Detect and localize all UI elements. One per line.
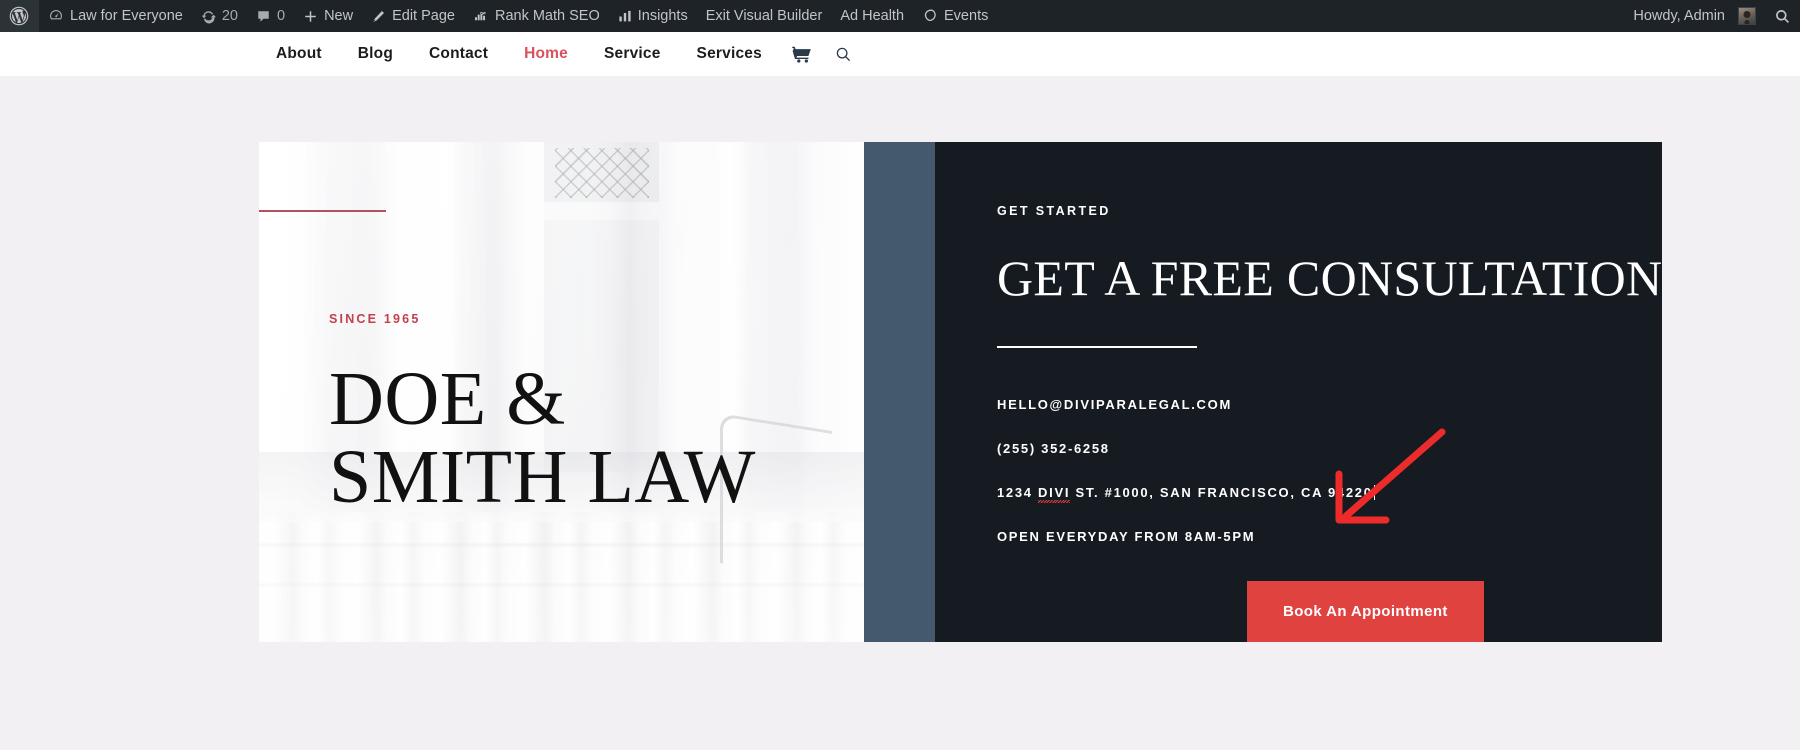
hero-top-red-rule	[259, 210, 386, 212]
avatar	[1738, 7, 1756, 25]
nav-link-services[interactable]: Services	[679, 32, 780, 76]
wp-admin-bar: Law for Everyone 20 0 New Edit Page Rank…	[0, 0, 1800, 32]
admin-bar-rank-math-label: Rank Math SEO	[494, 8, 600, 24]
consultation-panel: GET STARTED GET A FREE CONSULTATION HELL…	[935, 142, 1663, 642]
panel-eyebrow: GET STARTED	[997, 204, 1111, 218]
admin-bar-new[interactable]: New	[294, 0, 362, 32]
nav-link-blog[interactable]: Blog	[340, 32, 411, 76]
admin-bar-events-label: Events	[944, 8, 989, 24]
admin-bar-search-button[interactable]	[1765, 0, 1800, 32]
hero-right-column: GET STARTED GET A FREE CONSULTATION HELL…	[864, 142, 1663, 642]
admin-bar-site-name[interactable]: Law for Everyone	[39, 0, 192, 32]
contact-address[interactable]: 1234 DIVI ST. #1000, SAN FRANCISCO, CA 9…	[997, 485, 1376, 503]
panel-divider	[997, 346, 1197, 348]
panel-title: GET A FREE CONSULTATION	[997, 250, 1663, 306]
nav-link-home[interactable]: Home	[506, 32, 586, 76]
rank-math-icon	[473, 9, 489, 24]
updates-icon	[201, 9, 216, 24]
admin-bar-ad-health[interactable]: Ad Health	[831, 0, 913, 32]
hero-image-column: SINCE 1965 DOE & SMITH LAW	[259, 142, 864, 642]
contact-hours[interactable]: OPEN EVERYDAY FROM 8AM-5PM	[997, 529, 1255, 544]
admin-bar-ad-health-label: Ad Health	[840, 8, 905, 24]
hero-row: SINCE 1965 DOE & SMITH LAW GET STARTED G…	[259, 142, 1663, 642]
admin-bar-edit-page[interactable]: Edit Page	[362, 0, 464, 32]
admin-bar-insights-label: Insights	[637, 8, 688, 24]
book-appointment-button[interactable]: Book An Appointment	[1247, 581, 1484, 642]
admin-bar-comments[interactable]: 0	[247, 0, 294, 32]
search-icon	[1774, 8, 1791, 25]
bar-chart-icon	[618, 9, 632, 24]
admin-bar-insights[interactable]: Insights	[609, 0, 697, 32]
wordpress-logo-icon	[9, 6, 29, 26]
admin-bar-comments-count: 0	[276, 8, 286, 24]
site-navigation: About Blog Contact Home Service Services	[0, 32, 1800, 76]
hero-eyebrow: SINCE 1965	[329, 312, 421, 326]
page-title: DOE & SMITH LAW	[329, 357, 756, 520]
admin-bar-updates-count: 20	[221, 8, 238, 24]
comment-bubble-icon	[256, 9, 271, 24]
contact-phone[interactable]: (255) 352-6258	[997, 441, 1110, 456]
shopping-cart-icon[interactable]	[780, 46, 823, 63]
hero-section: SINCE 1965 DOE & SMITH LAW GET STARTED G…	[0, 76, 1800, 674]
nav-link-about[interactable]: About	[258, 32, 340, 76]
contact-email[interactable]: HELLO@DIVIPARALEGAL.COM	[997, 397, 1232, 412]
address-prefix: 1234	[997, 485, 1039, 500]
admin-bar-updates[interactable]: 20	[192, 0, 247, 32]
address-misspelled-word: DIVI	[1038, 485, 1071, 503]
search-icon[interactable]	[823, 46, 864, 63]
events-icon	[922, 8, 938, 24]
dashboard-icon	[48, 8, 64, 24]
admin-bar-rank-math[interactable]: Rank Math SEO	[464, 0, 609, 32]
plus-icon	[303, 9, 318, 24]
address-suffix: ST. #1000, SAN FRANCISCO, CA 94220	[1070, 485, 1373, 500]
admin-bar-events[interactable]: Events	[913, 0, 997, 32]
slate-accent-strip	[864, 142, 935, 642]
admin-bar-my-account[interactable]: Howdy, Admin	[1624, 0, 1765, 32]
hero-text-block: SINCE 1965 DOE & SMITH LAW	[259, 142, 864, 642]
admin-bar-site-name-label: Law for Everyone	[70, 8, 183, 24]
admin-bar-edit-page-label: Edit Page	[392, 8, 455, 24]
wordpress-logo-button[interactable]	[0, 0, 39, 32]
pencil-icon	[371, 9, 386, 24]
admin-bar-exit-visual-builder-label: Exit Visual Builder	[705, 8, 823, 24]
admin-bar-exit-visual-builder[interactable]: Exit Visual Builder	[697, 0, 832, 32]
admin-bar-new-label: New	[324, 8, 354, 24]
text-cursor	[1373, 485, 1376, 500]
nav-link-service[interactable]: Service	[586, 32, 679, 76]
admin-bar-howdy-label: Howdy, Admin	[1633, 8, 1725, 24]
nav-links-group: About Blog Contact Home Service Services	[258, 32, 864, 76]
admin-bar-right-group: Howdy, Admin	[1624, 0, 1800, 32]
nav-link-contact[interactable]: Contact	[411, 32, 506, 76]
